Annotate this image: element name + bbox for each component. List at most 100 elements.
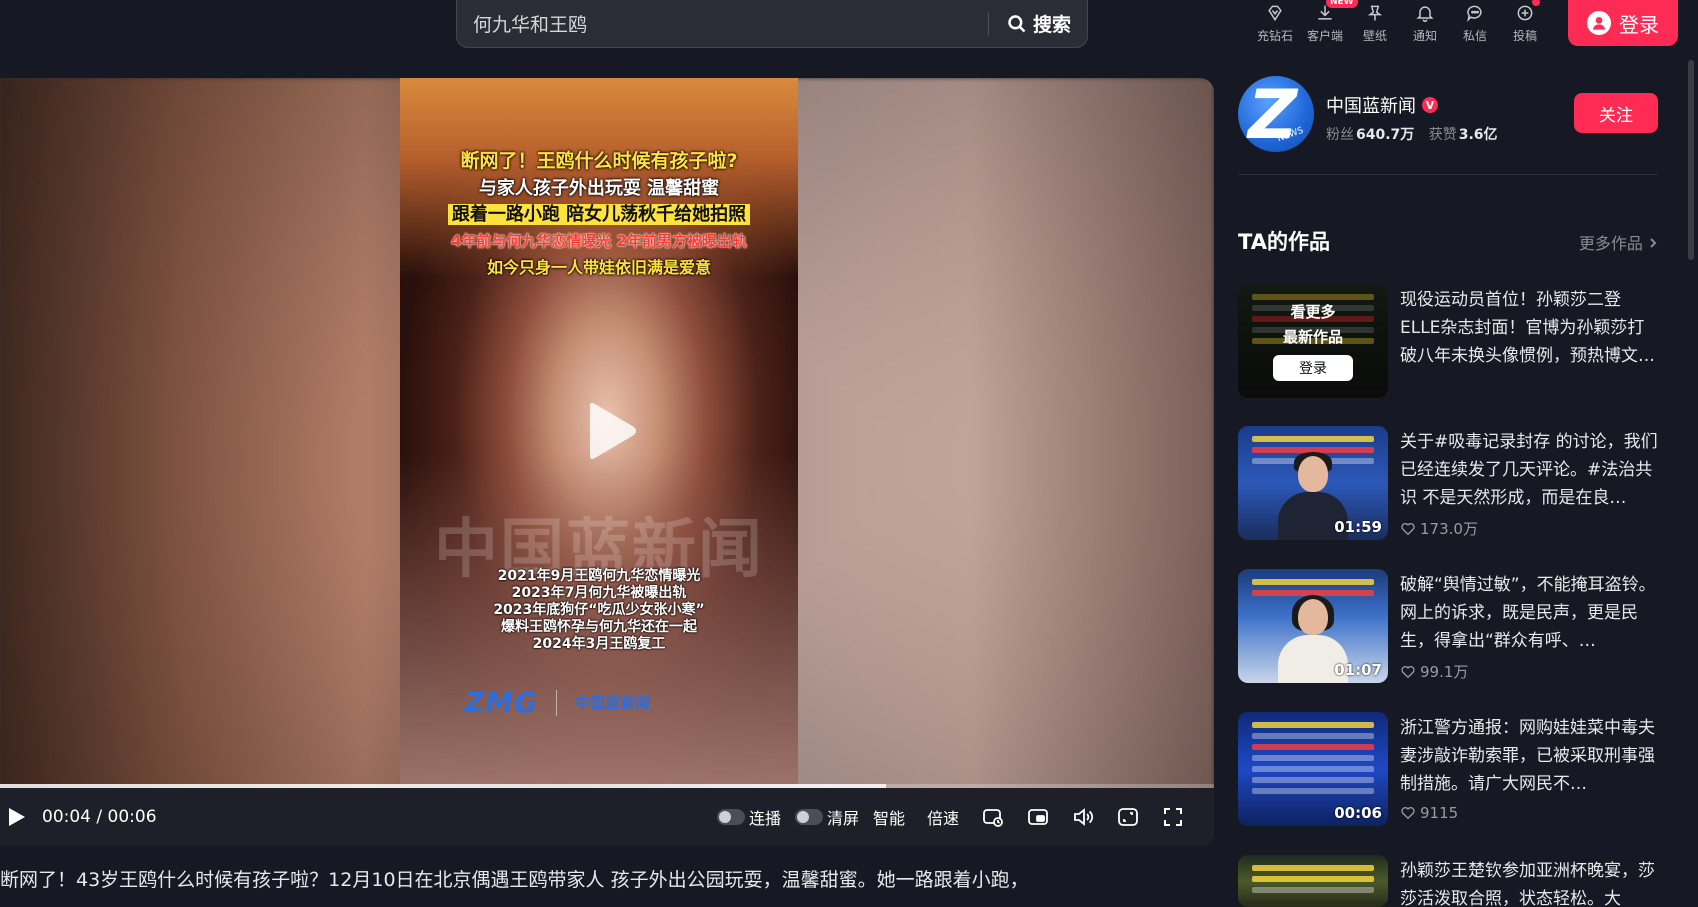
- author-card: NEWS 中国蓝新闻 V 粉丝640.7万 获赞3.6亿 关注: [1238, 76, 1658, 154]
- toggle-switch: [794, 809, 823, 825]
- thumbnail-text-graphic: [1252, 722, 1374, 799]
- works-title: TA的作品: [1238, 230, 1330, 254]
- likes-count: 3.6亿: [1458, 127, 1498, 143]
- work-thumbnail: 01:59: [1238, 426, 1388, 540]
- work-likes: 9115: [1400, 804, 1458, 822]
- timeline-line: 2021年9月王鸥何九华恋情曝光: [497, 568, 701, 584]
- play-overlay-icon[interactable]: [574, 396, 644, 466]
- more-works-label: 更多作品: [1578, 234, 1643, 253]
- clear-screen-toggle[interactable]: 清屏: [794, 805, 859, 829]
- work-item[interactable]: 01:59 关于#吸毒记录封存 的讨论，我们已经连续发了几天评论。#法治共识 不…: [1238, 426, 1658, 540]
- work-item[interactable]: 看更多 最新作品 登录 现役运动员首位！孙颖莎二登ELLE杂志封面！官博为孙颖莎…: [1238, 284, 1658, 398]
- timeline-line: 爆料王鸥怀孕与何九华还在一起: [501, 619, 697, 635]
- video-caption: 与家人孩子外出玩耍 温馨甜蜜: [478, 178, 720, 199]
- speed-button[interactable]: 倍速: [927, 805, 959, 829]
- video-caption: 4年前与何九华恋情曝光 2年前男方被曝出轨: [450, 232, 748, 250]
- video-logos: ZMG 中国蓝新闻: [464, 686, 650, 719]
- work-title: 浙江警方通报：网购娃娃菜中毒夫妻涉敲诈勒索罪，已被采取刑事强制措施。请广大网民不…: [1400, 718, 1655, 794]
- work-thumbnail: [1238, 855, 1388, 907]
- video-player[interactable]: 断网了！王鸥什么时候有孩子啦? 与家人孩子外出玩耍 温馨甜蜜 跟着一路小跑 陪女…: [0, 78, 1214, 846]
- thumbnail-text-graphic: [1252, 865, 1374, 898]
- zmg-logo: ZMG: [464, 686, 539, 719]
- player-controls: 00:04 / 00:06 连播 清屏 智能 倍速: [0, 788, 1214, 846]
- video-description: 断网了！43岁王鸥什么时候有孩子啦？12月10日在北京偶遇王鸥带家人 孩子外出公…: [0, 869, 1029, 891]
- video-caption: 跟着一路小跑 陪女儿荡秋千给她拍照: [447, 204, 751, 225]
- picture-in-picture-icon: [1028, 809, 1048, 825]
- clear-screen-label: 清屏: [826, 809, 859, 828]
- webpage-fullscreen-button[interactable]: [1113, 802, 1143, 832]
- watch-later-button[interactable]: [978, 802, 1008, 832]
- heart-icon: [1401, 665, 1415, 678]
- work-title: 现役运动员首位！孙颖莎二登ELLE杂志封面！官博为孙颖莎打破八年未换头像惯例，预…: [1400, 290, 1655, 366]
- logo-divider: [556, 689, 558, 716]
- work-item[interactable]: 00:06 浙江警方通报：网购娃娃菜中毒夫妻涉敲诈勒索罪，已被采取刑事强制措施。…: [1238, 712, 1658, 826]
- timeline-line: 2024年3月王鸥复工: [532, 636, 666, 652]
- heart-icon: [1401, 522, 1415, 535]
- likes-label: 获赞: [1428, 127, 1457, 143]
- cbn-logo: 中国蓝新闻: [575, 694, 651, 712]
- video-caption-highlight: 跟着一路小跑 陪女儿荡秋千给她拍照: [400, 200, 798, 226]
- search-icon: [1008, 14, 1026, 32]
- video-caption: 如今只身一人带娃依旧满是爱意: [486, 258, 711, 277]
- play-icon: [9, 808, 25, 826]
- more-works-link[interactable]: 更多作品: [1579, 230, 1658, 254]
- author-stats: 粉丝 640.7万 获赞 3.6亿: [1326, 124, 1508, 144]
- video-caption: 断网了！王鸥什么时候有孩子啦?: [460, 150, 738, 172]
- autoplay-toggle[interactable]: 连播: [716, 805, 781, 829]
- time-display: 00:04 / 00:06: [42, 807, 157, 827]
- volume-button[interactable]: [1068, 802, 1098, 832]
- work-thumbnail: 00:06: [1238, 712, 1388, 826]
- follow-button[interactable]: 关注: [1574, 93, 1658, 133]
- divider: [1238, 174, 1658, 175]
- smart-button[interactable]: 智能: [873, 805, 905, 829]
- overlay-text: 看更多: [1290, 303, 1336, 321]
- work-likes: 99.1万: [1400, 661, 1468, 682]
- work-thumbnail: 01:07: [1238, 569, 1388, 683]
- work-duration: 01:07: [1334, 661, 1382, 679]
- overlay-text: 最新作品: [1282, 328, 1343, 346]
- watch-later-icon: [983, 809, 1003, 827]
- pip-button[interactable]: [1023, 802, 1053, 832]
- author-name: 中国蓝新闻: [1326, 96, 1416, 117]
- likes-count: 173.0万: [1420, 520, 1478, 538]
- page-scrollbar[interactable]: [1688, 0, 1694, 907]
- search-bar: 搜索: [456, 0, 1088, 48]
- likes-count: 9115: [1420, 804, 1459, 822]
- side-panel: NEWS 中国蓝新闻 V 粉丝640.7万 获赞3.6亿 关注 TA的作品 更多…: [1238, 0, 1658, 907]
- timeline-line: 2023年7月何九华被曝出轨: [511, 585, 687, 601]
- work-duration: 01:59: [1334, 518, 1382, 536]
- fullscreen-button[interactable]: [1158, 802, 1188, 832]
- timeline-line: 2023年底狗仔“吃瓜少女张小寒”: [493, 602, 705, 618]
- work-duration: 00:06: [1334, 804, 1382, 822]
- work-thumbnail: 看更多 最新作品 登录: [1238, 284, 1388, 398]
- chevron-right-icon: [1650, 238, 1657, 248]
- avatar-news-text: NEWS: [1276, 125, 1305, 145]
- fans-label: 粉丝: [1326, 127, 1354, 143]
- toggle-switch: [716, 809, 745, 825]
- work-item[interactable]: 01:07 破解“舆情过敏”，不能掩耳盗铃。网上的诉求，既是民声，更是民生，得拿…: [1238, 569, 1658, 683]
- search-button-label: 搜索: [1032, 14, 1071, 36]
- play-button[interactable]: [2, 802, 32, 832]
- overlay-login-button[interactable]: 登录: [1273, 355, 1353, 381]
- work-title: 破解“舆情过敏”，不能掩耳盗铃。网上的诉求，既是民声，更是民生，得拿出“群众有呼…: [1400, 575, 1656, 651]
- heart-icon: [1401, 807, 1415, 820]
- autoplay-label: 连播: [748, 809, 781, 828]
- author-avatar[interactable]: NEWS: [1238, 76, 1314, 152]
- volume-icon: [1074, 808, 1094, 826]
- video-timeline-text: 2021年9月王鸥何九华恋情曝光 2023年7月何九华被曝出轨 2023年底狗仔…: [400, 568, 798, 653]
- verified-icon: V: [1422, 97, 1438, 113]
- work-title: 关于#吸毒记录封存 的讨论，我们已经连续发了几天评论。#法治共识 不是天然形成，…: [1400, 432, 1658, 508]
- webpage-fullscreen-icon: [1118, 808, 1138, 826]
- login-overlay: 看更多 最新作品 登录: [1238, 284, 1388, 398]
- player-controls-right: 连播 清屏 智能 倍速: [716, 788, 1188, 846]
- fans-count: 640.7万: [1356, 127, 1415, 143]
- search-input[interactable]: [457, 12, 988, 35]
- search-button[interactable]: 搜索: [989, 10, 1087, 37]
- likes-count: 99.1万: [1420, 663, 1469, 681]
- work-likes: 173.0万: [1400, 518, 1478, 539]
- fullscreen-icon: [1164, 808, 1182, 826]
- work-item[interactable]: 孙颖莎王楚钦参加亚洲杯晚宴，莎莎活泼取合照，状态轻松。大: [1238, 855, 1658, 907]
- work-title: 孙颖莎王楚钦参加亚洲杯晚宴，莎莎活泼取合照，状态轻松。大: [1400, 861, 1655, 907]
- author-name-row[interactable]: 中国蓝新闻 V: [1326, 92, 1438, 118]
- scrollbar-thumb[interactable]: [1688, 60, 1694, 260]
